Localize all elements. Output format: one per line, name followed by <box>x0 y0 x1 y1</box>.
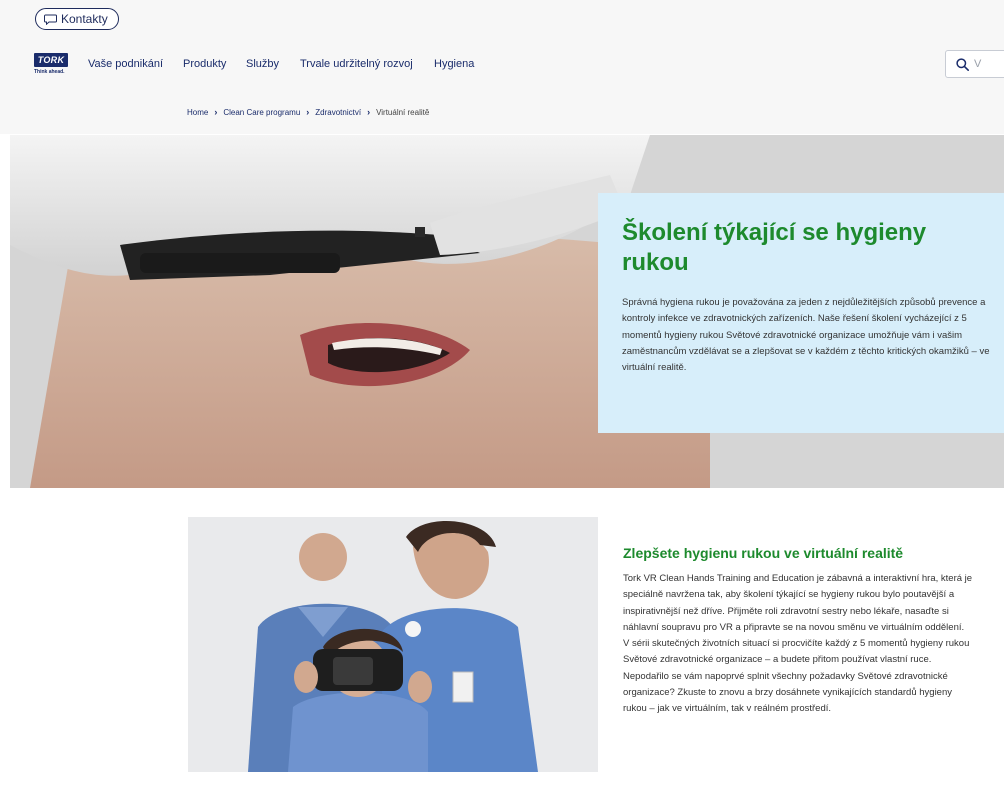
contact-button[interactable]: Kontakty <box>35 8 119 30</box>
nurses-illustration <box>188 517 598 772</box>
breadcrumb-clean-care[interactable]: Clean Care programu <box>223 108 300 117</box>
search-icon <box>956 57 969 71</box>
chevron-right-icon: › <box>306 107 310 117</box>
tork-logo[interactable]: TORK Think ahead. <box>34 53 76 81</box>
section-title: Zlepšete hygienu rukou ve virtuální real… <box>623 545 904 561</box>
nav-item-hygiene[interactable]: Hygiena <box>434 58 474 70</box>
chevron-right-icon: › <box>214 107 218 117</box>
logo-wordmark: TORK <box>34 53 68 67</box>
breadcrumb-current: Virtuální realitě <box>376 107 430 117</box>
logo-tagline: Think ahead. <box>34 69 65 75</box>
nurses-vr-photo <box>188 517 598 772</box>
breadcrumb-home[interactable]: Home <box>187 108 208 117</box>
top-bar <box>0 0 1004 40</box>
nav-item-sustainability[interactable]: Trvale udržitelný rozvoj <box>300 58 413 70</box>
hero-description: Správná hygiena rukou je považována za j… <box>622 297 990 374</box>
chevron-right-icon: › <box>367 107 371 117</box>
nav-item-business[interactable]: Vaše podnikání <box>88 58 163 70</box>
contact-label: Kontakty <box>61 12 108 26</box>
section-description: Tork VR Clean Hands Training and Educati… <box>623 573 973 715</box>
breadcrumb-bar <box>0 88 1004 134</box>
breadcrumb-healthcare[interactable]: Zdravotnictví <box>315 108 361 117</box>
search-placeholder: V <box>974 58 982 70</box>
search-input[interactable]: V <box>945 50 1004 78</box>
breadcrumb: Home › Clean Care programu › Zdravotnict… <box>187 107 429 117</box>
nav-item-services[interactable]: Služby <box>246 58 279 70</box>
chat-bubble-icon <box>44 14 57 25</box>
hero-title: Školení týkající se hygieny rukou <box>622 219 927 276</box>
nav-item-products[interactable]: Produkty <box>183 58 226 70</box>
